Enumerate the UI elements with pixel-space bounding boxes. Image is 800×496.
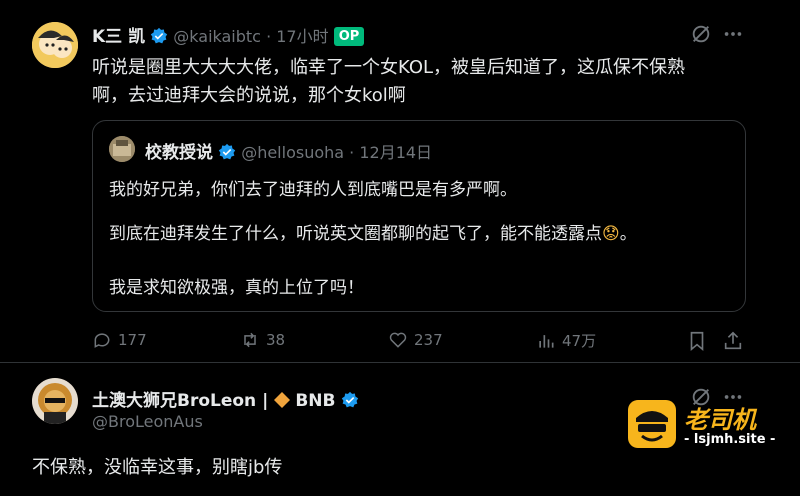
watermark-mascot-icon: [628, 400, 676, 448]
watermark-logo: 老司机 - lsjmh.site -: [628, 398, 788, 454]
reply-icon: [94, 333, 110, 348]
quote-avatar[interactable]: [109, 136, 135, 162]
verified-badge-icon: [218, 143, 236, 160]
repost-count: 38: [266, 331, 286, 349]
worried-face-icon: 😟: [602, 224, 620, 244]
post-time[interactable]: · 17小时: [266, 27, 329, 46]
quote-text-line: 我是求知欲极强，真的上位了吗！: [109, 278, 364, 298]
reply-button[interactable]: 177: [92, 330, 147, 350]
reply-text: 不保熟，没临幸这事，别瞎jb传: [32, 457, 283, 478]
share-icon[interactable]: [722, 330, 744, 352]
heart-icon: [389, 332, 407, 348]
reply-count: 177: [118, 331, 147, 349]
bookmark-icon[interactable]: [686, 330, 708, 352]
quote-text-line: 到底在迪拜发生了什么，听说英文圈都聊的起飞了，能不能透露点😟。: [109, 219, 637, 244]
avatar-image-icon: [32, 22, 78, 68]
quote-author-handle[interactable]: @hellosuoha: [241, 143, 344, 162]
post-text-line: 听说是圈里大大大大佬，临幸了一个女KOL，被皇后知道了，这瓜保不保熟: [92, 57, 686, 78]
post-text-line: 啊，去过迪拜大会的说说，那个女kol啊: [92, 85, 406, 106]
grok-icon[interactable]: [690, 23, 712, 45]
like-button[interactable]: 237: [388, 330, 443, 350]
main-post: K三 凯 @kaikaibtc · 17小时 OP 听说是圈里大大大大佬，临幸了…: [0, 0, 800, 365]
quote-author-name[interactable]: 校教授说: [145, 143, 213, 163]
quote-text-line: 我的好兄弟，你们去了迪拜的人到底嘴巴是有多严啊。: [109, 180, 517, 200]
watermark-site: - lsjmh.site -: [684, 432, 776, 447]
views-count: 47万: [562, 332, 597, 350]
watermark-brand: 老司机: [684, 406, 756, 434]
avatar[interactable]: [32, 22, 78, 68]
bnb-diamond-icon: [274, 392, 291, 408]
quote-text-segment: 到底在迪拜发生了什么，听说英文圈都聊的起飞了，能不能透露点: [109, 224, 602, 244]
more-options-icon[interactable]: [722, 23, 744, 45]
verified-badge-icon: [151, 27, 168, 44]
reply-author-tag[interactable]: BNB: [295, 391, 335, 411]
divider: [0, 362, 800, 363]
quote-date[interactable]: · 12月14日: [349, 143, 432, 162]
quote-avatar-image-icon: [109, 136, 135, 162]
post-text: 听说是圈里大大大大佬，临幸了一个女KOL，被皇后知道了，这瓜保不保熟 啊，去过迪…: [92, 54, 782, 110]
repost-button[interactable]: 38: [240, 330, 285, 350]
quoted-post[interactable]: 校教授说 @hellosuoha · 12月14日 我的好兄弟，你们去了迪拜的人…: [92, 120, 746, 312]
repost-icon: [244, 332, 256, 348]
author-handle[interactable]: @kaikaibtc: [173, 27, 261, 46]
quote-text-segment: 。: [619, 224, 637, 244]
reply-author-handle[interactable]: @BroLeonAus: [92, 412, 203, 431]
views-chart-icon: [539, 334, 554, 348]
verified-badge-icon: [341, 391, 358, 408]
like-count: 237: [414, 331, 443, 349]
op-badge: OP: [333, 27, 365, 46]
author-name[interactable]: K三 凯: [92, 27, 145, 47]
reply-avatar[interactable]: [32, 378, 78, 424]
lion-avatar-icon: [32, 378, 78, 424]
views-button[interactable]: 47万: [536, 330, 596, 351]
reply-author-name[interactable]: 土澳大狮兄BroLeon |: [92, 391, 274, 411]
